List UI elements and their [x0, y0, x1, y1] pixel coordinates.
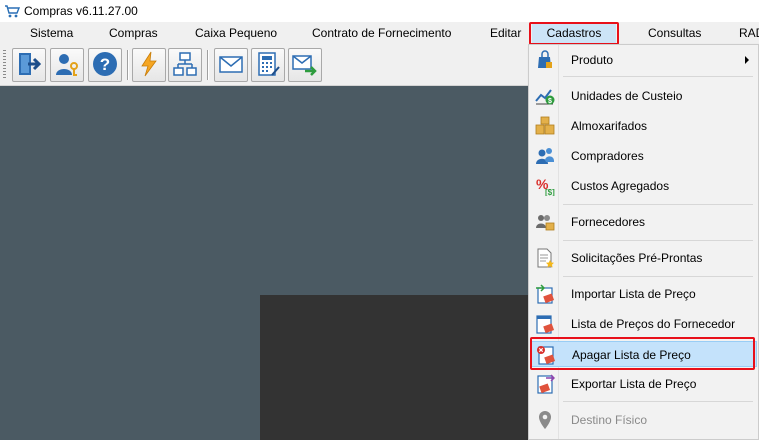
menu-item-label: Exportar Lista de Preço	[571, 377, 697, 391]
org-chart-icon	[172, 51, 198, 80]
menu-item-unidades-custeio[interactable]: $ Unidades de Custeio	[531, 83, 757, 109]
help-button[interactable]: ?	[88, 48, 122, 82]
send-mail-icon	[292, 51, 318, 80]
menu-item-label: Destino Físico	[571, 413, 648, 427]
help-icon: ?	[92, 51, 118, 80]
supplier-icon	[535, 212, 555, 232]
toolbar-grip[interactable]	[3, 50, 6, 80]
export-price-list-icon	[535, 374, 556, 394]
import-price-list-icon	[535, 284, 555, 304]
toolbar-separator	[127, 50, 129, 80]
boxes-icon	[535, 116, 555, 136]
menu-item-destino-fisico: Destino Físico	[531, 407, 757, 433]
org-chart-button[interactable]	[168, 48, 202, 82]
menu-item-label: Compradores	[571, 149, 644, 163]
envelope-icon	[218, 51, 244, 80]
menu-item-label: Solicitações Pré-Prontas	[571, 251, 703, 265]
lightning-icon	[136, 51, 162, 80]
menu-rad[interactable]: RAD	[739, 22, 759, 44]
user-access-button[interactable]	[50, 48, 84, 82]
document-star-icon	[535, 248, 555, 268]
exit-button[interactable]	[12, 48, 46, 82]
users-icon	[535, 146, 555, 166]
cadastros-dropdown: Produto $ Unidades de Custeio Almoxarifa…	[528, 44, 759, 440]
menu-item-produto[interactable]: Produto	[531, 47, 757, 73]
menu-caixa-pequeno[interactable]: Caixa Pequeno	[195, 22, 277, 44]
menu-item-label: Custos Agregados	[571, 179, 670, 193]
menu-item-label: Lista de Preços do Fornecedor	[571, 317, 736, 331]
menu-sistema[interactable]: Sistema	[30, 22, 73, 44]
menu-consultas[interactable]: Consultas	[648, 22, 701, 44]
price-list-icon	[535, 314, 555, 334]
chart-coin-icon: $	[535, 86, 555, 106]
exit-icon	[16, 51, 42, 80]
mail-button[interactable]	[214, 48, 248, 82]
menu-item-solicitacoes-pre-prontas[interactable]: Solicitações Pré-Prontas	[531, 245, 757, 271]
svg-text:$: $	[548, 98, 552, 105]
menu-item-label: Produto	[571, 53, 614, 67]
product-icon	[535, 50, 555, 70]
percent-icon: % [$]	[535, 176, 555, 197]
menu-item-label: Fornecedores	[571, 215, 646, 229]
title-bar: Compras v6.11.27.00	[0, 0, 759, 22]
menu-item-almoxarifados[interactable]: Almoxarifados	[531, 113, 757, 139]
toolbar-separator	[207, 50, 209, 80]
menu-item-exportar-lista-preco[interactable]: Exportar Lista de Preço	[531, 371, 757, 397]
menu-contrato-fornecimento[interactable]: Contrato de Fornecimento	[312, 22, 451, 44]
menu-item-importar-lista-preco[interactable]: Importar Lista de Preço	[531, 281, 757, 307]
menu-item-label: Apagar Lista de Preço	[572, 348, 691, 362]
calculator-icon	[255, 51, 281, 80]
menu-separator	[563, 240, 753, 241]
menu-item-custos-agregados[interactable]: % [$] Custos Agregados	[531, 173, 757, 199]
submenu-arrow-icon	[745, 56, 749, 64]
svg-text:[$]: [$]	[545, 188, 555, 196]
menu-item-compradores[interactable]: Compradores	[531, 143, 757, 169]
menu-cadastros[interactable]: Cadastros	[532, 22, 616, 44]
menu-item-label: Unidades de Custeio	[571, 89, 683, 103]
svg-text:?: ?	[100, 55, 110, 74]
menu-separator	[563, 401, 753, 402]
menu-editar[interactable]: Editar	[490, 22, 521, 44]
menu-item-label: Almoxarifados	[571, 119, 648, 133]
send-mail-button[interactable]	[288, 48, 322, 82]
menu-separator	[563, 76, 753, 77]
user-key-icon	[54, 51, 80, 80]
delete-price-list-icon	[536, 345, 556, 365]
menu-item-label: Importar Lista de Preço	[571, 287, 696, 301]
menu-item-apagar-lista-preco[interactable]: Apagar Lista de Preço	[531, 341, 757, 367]
window-title: Compras v6.11.27.00	[24, 4, 138, 18]
menu-bar: Sistema Compras Caixa Pequeno Contrato d…	[0, 22, 759, 44]
calculator-button[interactable]	[251, 48, 285, 82]
lightning-button[interactable]	[132, 48, 166, 82]
location-pin-icon	[535, 410, 555, 430]
menu-separator	[563, 276, 753, 277]
menu-compras[interactable]: Compras	[109, 22, 158, 44]
cart-icon	[4, 3, 21, 19]
menu-item-lista-precos-fornecedor[interactable]: Lista de Preços do Fornecedor	[531, 311, 757, 337]
menu-separator	[563, 204, 753, 205]
menu-item-fornecedores[interactable]: Fornecedores	[531, 209, 757, 235]
